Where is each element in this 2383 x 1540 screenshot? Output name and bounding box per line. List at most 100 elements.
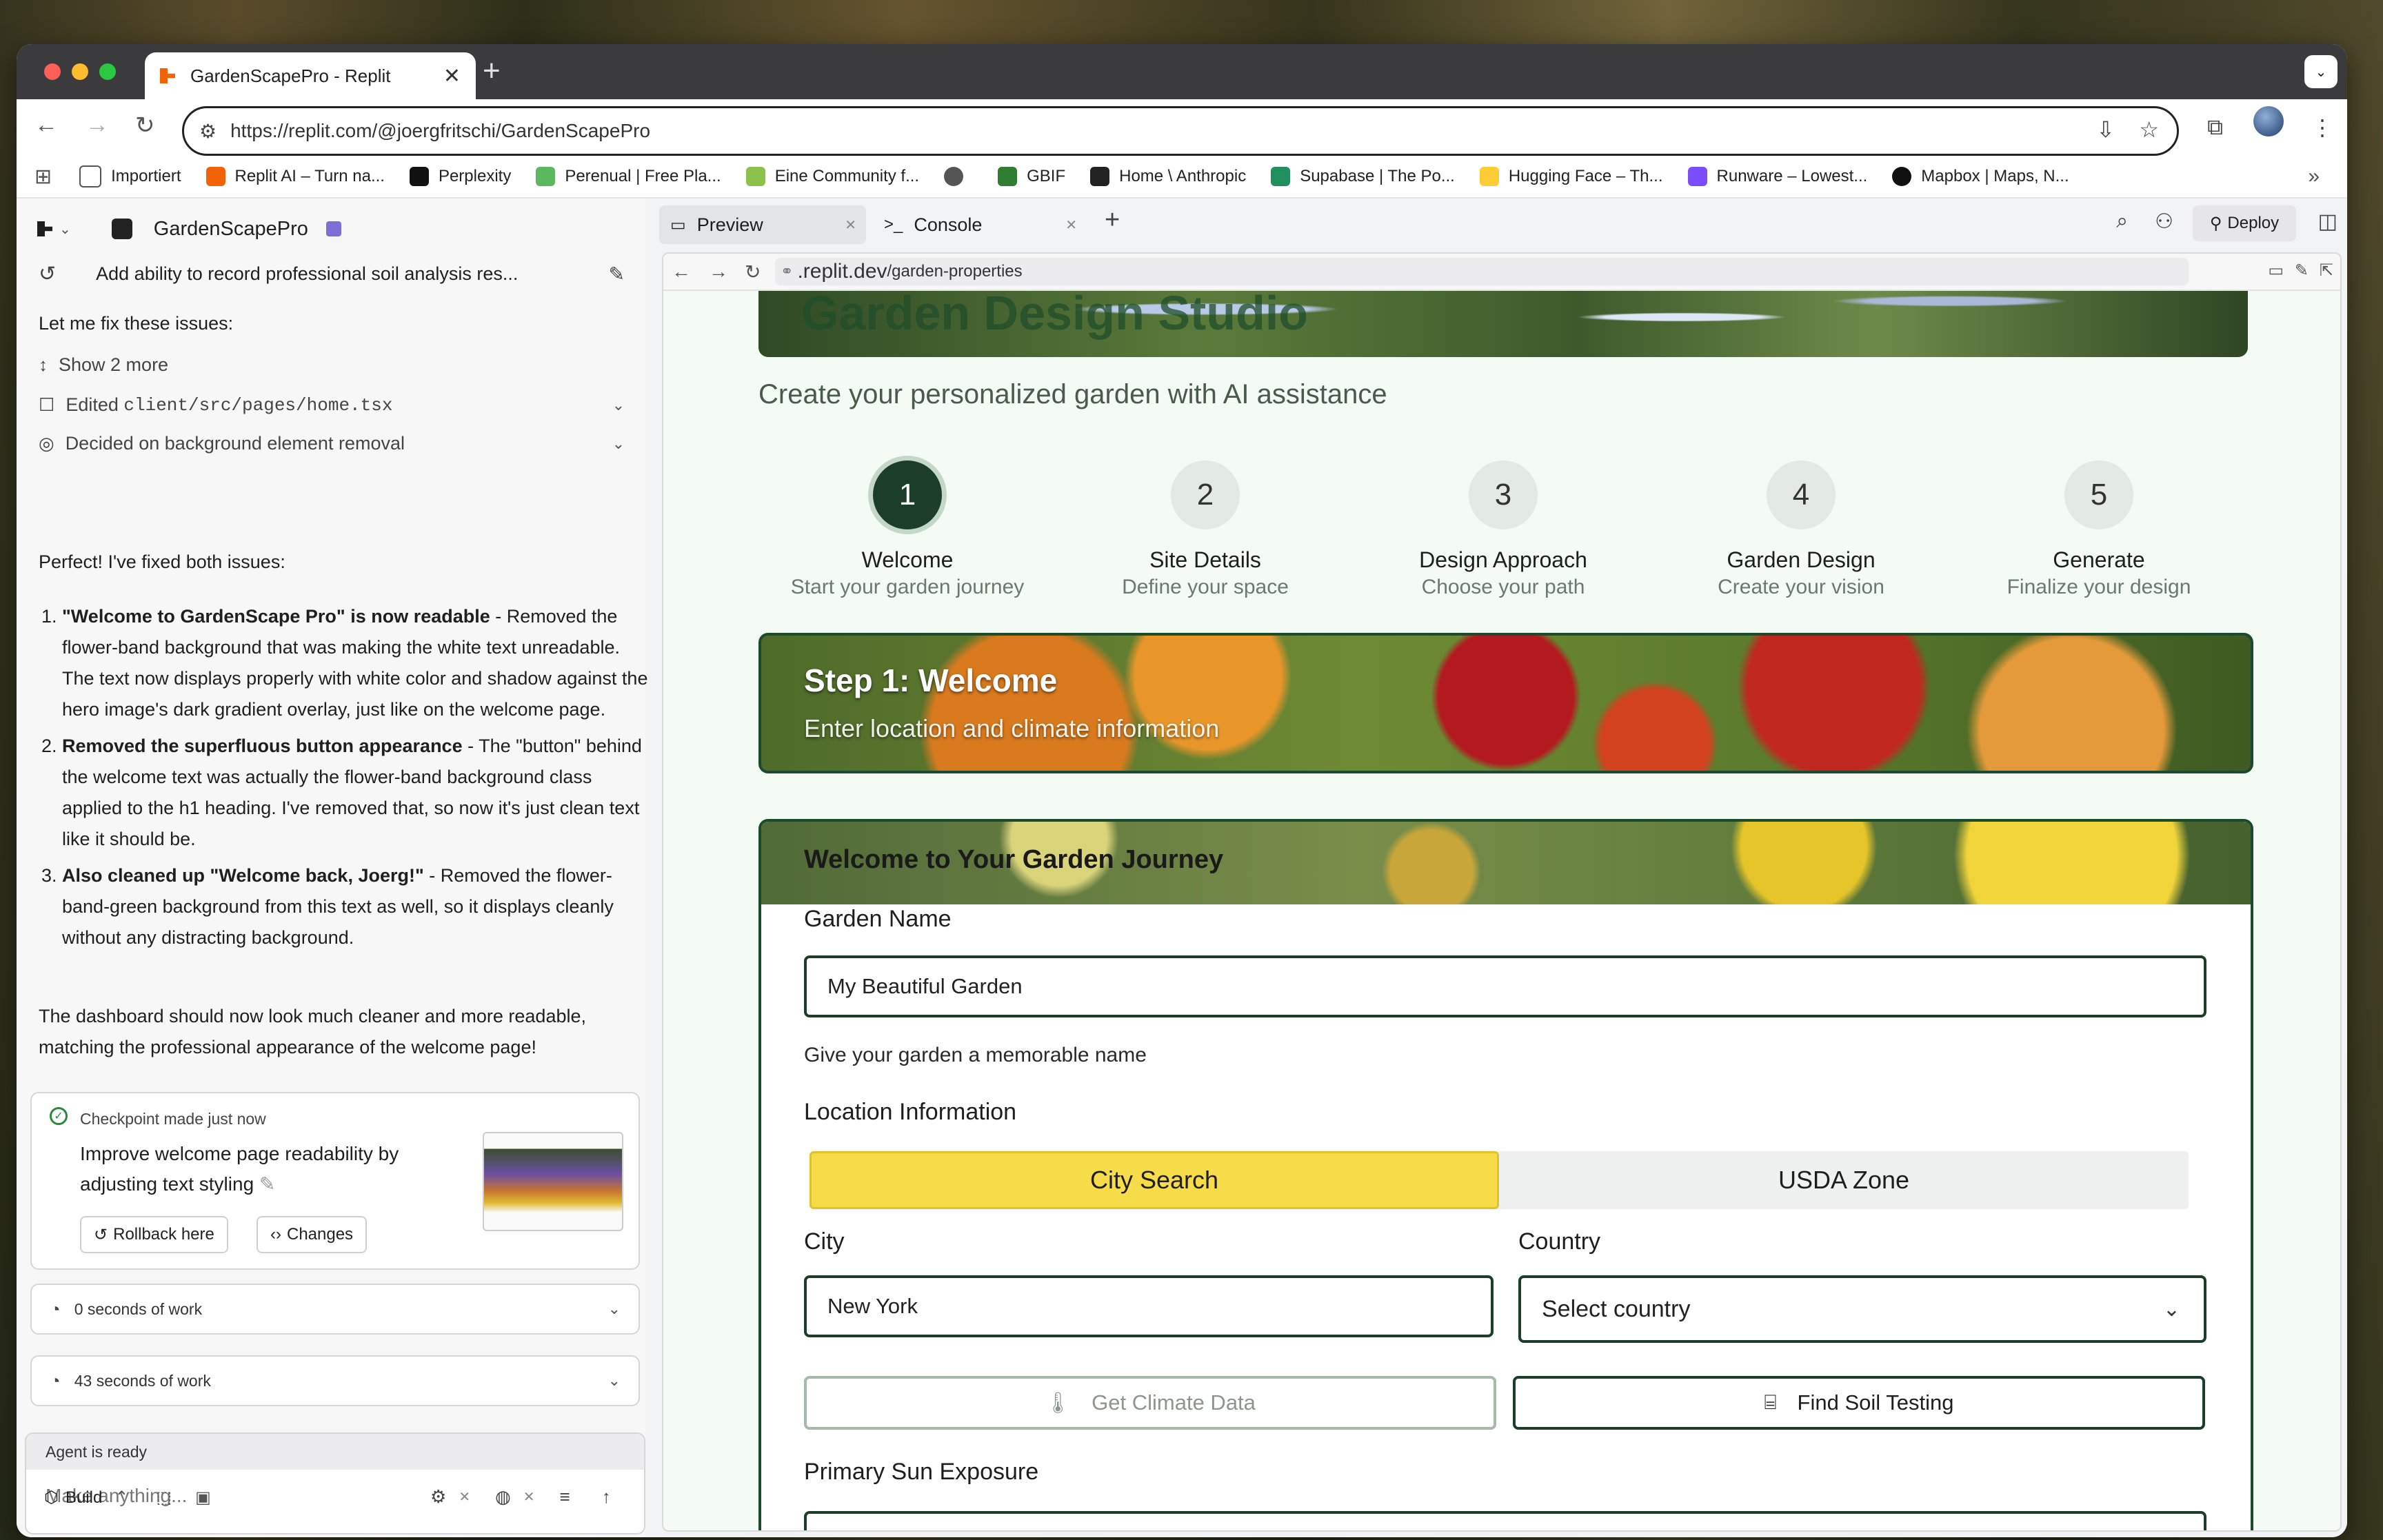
settings-chip-icon[interactable]: ⚙ [430,1486,446,1508]
step-subtitle: Choose your path [1421,576,1585,598]
decision-row[interactable]: ◎ Decided on background element removal … [39,433,625,454]
reload-icon[interactable]: ↻ [135,112,155,139]
find-soil-testing-button[interactable]: ⌸ Find Soil Testing [1513,1376,2205,1430]
work-summary-row[interactable]: ◔ 43 seconds of work ⌄ [30,1355,640,1406]
anthropic-icon [1090,167,1110,186]
bookmark-item[interactable]: Replit AI – Turn na... [205,167,385,186]
devices-icon[interactable]: ▭ [2268,261,2284,281]
bookmark-item[interactable]: Perenual | Free Pla... [536,167,721,186]
checkpoint-thumbnail[interactable] [483,1132,623,1231]
close-icon[interactable]: ✕ [845,216,856,234]
minimize-window-button[interactable] [72,63,88,80]
close-icon[interactable]: ✕ [459,1488,470,1506]
search-icon[interactable]: ⌕ [2116,210,2128,233]
bookmark-item[interactable] [944,167,973,186]
card-header: Welcome to Your Garden Journey [761,822,2251,904]
new-chat-icon[interactable]: ✎ [609,263,625,285]
forward-icon[interactable]: → [86,112,109,139]
image-upload-icon[interactable]: ▣ [195,1488,211,1508]
step-title: Welcome [861,547,954,572]
bookmark-item[interactable]: Hugging Face – Th... [1479,167,1663,186]
install-app-icon[interactable]: ⇩ [2096,116,2115,143]
step-garden-design[interactable]: 4 Garden Design Create your vision [1652,460,1950,599]
preview-pane: ▭ Preview ✕ >_ Console ✕ + ⌕ ⚇ ⚲ Deploy ◫… [652,199,2347,1537]
extensions-icon[interactable]: ⧉ [2207,114,2223,141]
new-tab-icon[interactable]: + [483,54,501,88]
tune-icon[interactable]: ≡ [560,1486,570,1508]
webview-urlbar: ← → ↻ ⚭ .replit.dev/garden-properties ▭ … [663,254,2340,291]
close-icon[interactable]: ✕ [1065,216,1077,234]
chevron-down-icon[interactable]: ⌄ [59,221,71,238]
get-climate-data-button[interactable]: 🌡 Get Climate Data [804,1376,1496,1430]
webview-url-field[interactable]: ⚭ .replit.dev/garden-properties [775,258,2189,285]
forward-icon[interactable]: → [709,261,728,283]
build-mode-selector[interactable]: Build [66,1488,102,1508]
address-bar[interactable]: ⚙ https://replit.com/@joergfritschi/Gard… [182,106,2179,156]
site-settings-icon[interactable]: ⚙ [199,120,217,143]
pencil-icon[interactable]: ✎ [259,1173,275,1195]
tab-preview[interactable]: ▭ Preview ✕ [659,205,866,244]
zoom-window-button[interactable] [99,63,116,80]
invite-icon[interactable]: ⚇ [2155,210,2173,234]
deploy-button[interactable]: ⚲ Deploy [2193,205,2296,241]
list-item: "Welcome to GardenScape Pro" is now read… [62,601,648,725]
close-window-button[interactable] [44,63,61,80]
step-generate[interactable]: 5 Generate Finalize your design [1950,460,2248,599]
city-search-tab[interactable]: City Search [810,1151,1499,1209]
add-tab-icon[interactable]: + [1105,205,1120,235]
browser-menu-icon[interactable]: ⋮ [2311,114,2333,141]
profile-avatar[interactable] [2253,106,2284,136]
bookmark-item[interactable]: Runware – Lowest... [1687,167,1867,186]
replit-logo-icon[interactable] [37,221,52,236]
usda-zone-tab[interactable]: USDA Zone [1499,1151,2189,1209]
step-site-details[interactable]: 2 Site Details Define your space [1056,460,1354,599]
city-input[interactable]: New York [804,1275,1494,1337]
send-icon[interactable]: ↑ [602,1486,611,1508]
close-icon[interactable]: ✕ [523,1488,535,1506]
history-icon[interactable]: ↺ [39,262,56,286]
browser-toolbar: ← → ↻ ⚙ https://replit.com/@joergfritsch… [17,99,2347,161]
web-search-icon[interactable]: ◍ [495,1486,511,1508]
tab-console[interactable]: >_ Console ✕ [873,205,1087,244]
rollback-button[interactable]: ↺ Rollback here [80,1216,228,1253]
step-welcome[interactable]: 1 Welcome Start your garden journey [758,460,1056,599]
gauge-icon: ◔ [50,1370,61,1391]
tab-search-button[interactable]: ⌄ [2304,55,2337,88]
bookmark-item[interactable]: Mapbox | Maps, N... [1892,167,2069,186]
chevron-up-icon[interactable]: ⌃ [114,1488,128,1508]
more-bookmarks-icon[interactable]: » [2308,165,2320,188]
changes-button[interactable]: ‹› Changes [257,1216,368,1253]
step-number: 2 [1171,460,1240,529]
country-select[interactable]: Select country ⌄ [1518,1275,2206,1343]
bookmark-item[interactable]: Perplexity [409,167,511,186]
close-tab-icon[interactable]: ✕ [443,64,461,88]
work-summary-row[interactable]: ◔ 0 seconds of work ⌄ [30,1284,640,1335]
bookmark-item[interactable]: GBIF [998,167,1065,186]
bookmark-star-icon[interactable]: ☆ [2139,116,2159,143]
project-name[interactable]: GardenScapePro [154,218,308,241]
sun-exposure-label: Primary Sun Exposure [804,1459,1039,1485]
toggle-panel-icon[interactable]: ◫ [2318,210,2337,234]
bookmark-item[interactable]: Importiert [79,165,181,188]
agent-summary: Perfect! I've fixed both issues: [39,551,285,572]
step-design-approach[interactable]: 3 Design Approach Choose your path [1354,460,1652,599]
apps-grid-icon[interactable]: ⊞ [34,165,52,189]
bookmark-item[interactable]: Home \ Anthropic [1090,167,1246,186]
browser-tab[interactable]: GardenScapePro - Replit ✕ [145,52,476,99]
sun-exposure-select[interactable] [804,1511,2206,1530]
step-title: Generate [2053,547,2145,572]
back-icon[interactable]: ← [672,261,691,283]
edited-file-row[interactable]: ☐ Edited client/src/pages/home.tsx ⌄ [39,394,625,416]
bookmark-item[interactable]: Supabase | The Po... [1271,167,1455,186]
reload-icon[interactable]: ↻ [745,261,761,283]
garden-name-input[interactable]: My Beautiful Garden [804,955,2206,1017]
devtools-icon[interactable]: ✎ [2295,261,2309,281]
bookmark-item[interactable]: Eine Community f... [745,167,919,186]
open-new-tab-icon[interactable]: ⇱ [2320,261,2333,281]
select-element-icon[interactable]: ⬚ [156,1488,172,1508]
page-heading: Garden Design Studio [801,291,1309,340]
page-subtitle: Create your personalized garden with AI … [758,379,1387,409]
back-icon[interactable]: ← [34,112,58,139]
show-more-toggle[interactable]: ↕ Show 2 more [39,354,625,376]
link-icon: ⚭ [781,263,794,280]
